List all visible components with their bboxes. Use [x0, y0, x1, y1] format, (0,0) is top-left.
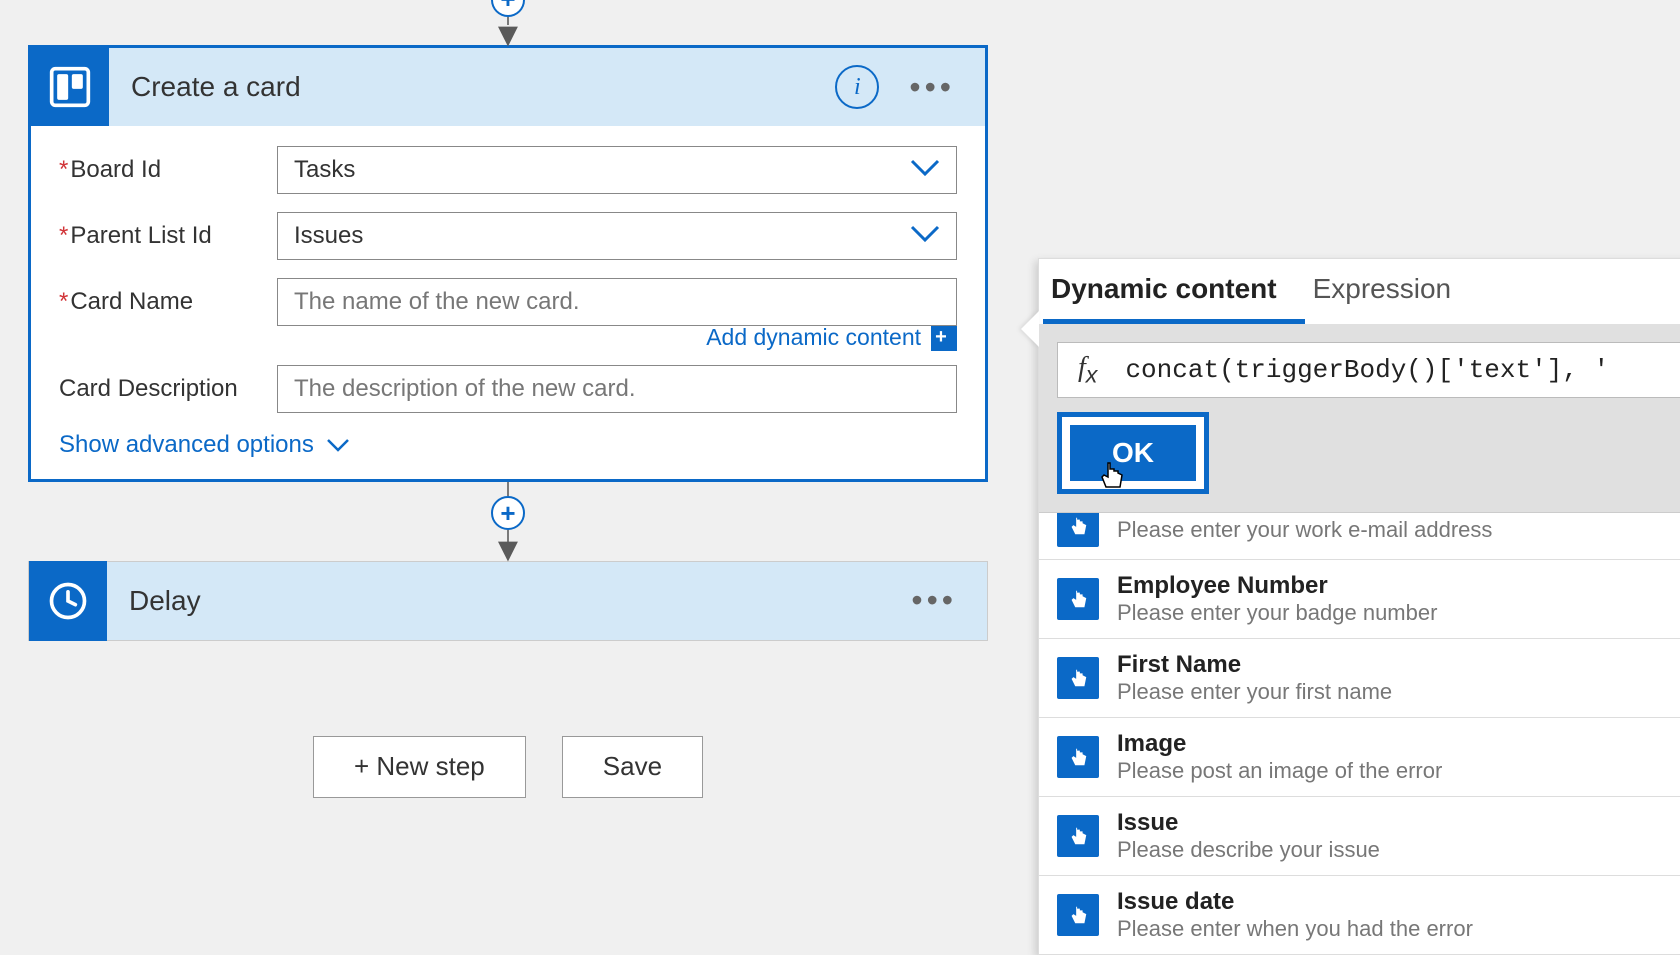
- chevron-down-icon: [910, 156, 940, 184]
- card-name-input[interactable]: The name of the new card.: [277, 278, 957, 326]
- clock-icon: [29, 561, 107, 641]
- step-header[interactable]: Create a card i •••: [31, 48, 985, 126]
- ellipsis-icon[interactable]: •••: [911, 582, 957, 619]
- chevron-down-icon: [910, 222, 940, 250]
- step-title: Create a card: [109, 71, 835, 103]
- trello-icon: [31, 48, 109, 126]
- delay-title: Delay: [107, 585, 911, 617]
- dynamic-content-list: Email Please enter your work e-mail addr…: [1039, 513, 1680, 954]
- save-button[interactable]: Save: [562, 736, 703, 798]
- card-name-label: *Card Name: [59, 278, 277, 316]
- fx-icon: fx: [1078, 352, 1097, 389]
- list-item[interactable]: Email Please enter your work e-mail addr…: [1039, 513, 1680, 560]
- arrow-down-icon: ▼: [491, 540, 525, 560]
- card-description-input[interactable]: The description of the new card.: [277, 365, 957, 413]
- new-step-button[interactable]: + New step: [313, 736, 526, 798]
- ok-highlight: OK: [1057, 412, 1209, 494]
- touch-icon: [1057, 736, 1099, 778]
- tab-expression[interactable]: Expression: [1305, 259, 1480, 324]
- list-item[interactable]: First Name Please enter your first name: [1039, 639, 1680, 718]
- create-card-step: Create a card i ••• *Board Id Tasks *Par…: [28, 45, 988, 482]
- touch-icon: [1057, 578, 1099, 620]
- touch-icon: [1057, 894, 1099, 936]
- list-item[interactable]: Issue date Please enter when you had the…: [1039, 876, 1680, 954]
- expression-input-wrap[interactable]: fx: [1057, 342, 1680, 398]
- arrow-down-icon: ▼: [491, 25, 525, 45]
- list-item[interactable]: Employee Number Please enter your badge …: [1039, 560, 1680, 639]
- parent-list-id-select[interactable]: Issues: [277, 212, 957, 260]
- ok-button[interactable]: OK: [1070, 425, 1196, 481]
- parent-list-id-label: *Parent List Id: [59, 212, 277, 250]
- delay-step[interactable]: Delay •••: [28, 561, 988, 641]
- panel-pointer-icon: [1021, 311, 1039, 347]
- connector-top: ▼: [28, 0, 988, 45]
- add-step-button[interactable]: +: [491, 496, 525, 530]
- show-advanced-options[interactable]: Show advanced options: [59, 431, 957, 459]
- list-item[interactable]: Issue Please describe your issue: [1039, 797, 1680, 876]
- tab-dynamic-content[interactable]: Dynamic content: [1043, 259, 1305, 324]
- add-step-top[interactable]: [491, 0, 525, 17]
- add-dynamic-content-link[interactable]: Add dynamic content +: [706, 324, 957, 351]
- dynamic-content-panel: Dynamic content Expression fx OK Email P…: [1038, 258, 1680, 955]
- ellipsis-icon[interactable]: •••: [909, 69, 955, 106]
- info-icon[interactable]: i: [835, 65, 879, 109]
- board-id-select[interactable]: Tasks: [277, 146, 957, 194]
- list-item[interactable]: Image Please post an image of the error: [1039, 718, 1680, 797]
- plus-icon: +: [931, 325, 957, 351]
- board-id-label: *Board Id: [59, 146, 277, 184]
- chevron-down-icon: [326, 431, 350, 459]
- expression-input[interactable]: [1125, 355, 1679, 385]
- touch-icon: [1057, 657, 1099, 699]
- connector-mid: + ▼: [28, 482, 988, 560]
- card-description-label: Card Description: [59, 365, 277, 403]
- touch-icon: [1057, 815, 1099, 857]
